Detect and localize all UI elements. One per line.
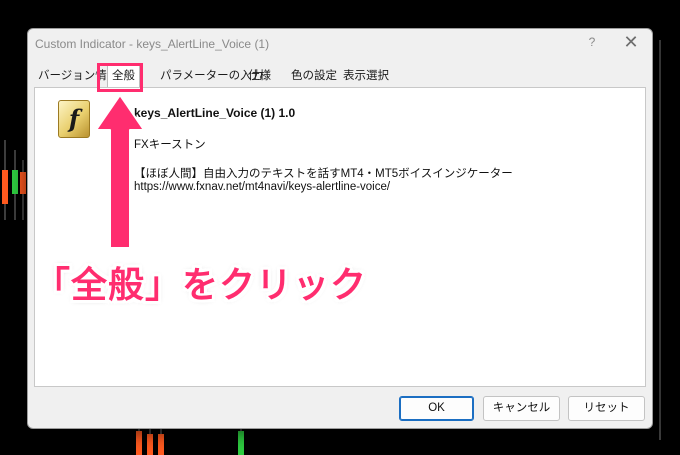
tab-colors[interactable]: 色の設定	[287, 65, 341, 87]
tab-highlight-box	[97, 63, 143, 92]
window-title: Custom Indicator - keys_AlertLine_Voice …	[35, 37, 270, 51]
candle	[658, 40, 662, 440]
indicator-name: keys_AlertLine_Voice (1) 1.0	[134, 106, 296, 120]
indicator-link[interactable]: https://www.fxnav.net/mt4navi/keys-alert…	[134, 181, 390, 193]
tab-visualization[interactable]: 表示選択	[339, 65, 393, 87]
instruction-annotation: 「全般」をクリック	[34, 264, 368, 305]
indicator-description: 【ほぼ人間】自由入力のテキストを話すMT4・MT5ボイスインジケーター	[134, 168, 513, 180]
candle	[136, 425, 142, 455]
cancel-button[interactable]: キャンセル	[483, 396, 560, 421]
candle	[158, 428, 164, 455]
candle	[20, 160, 26, 220]
candle	[12, 150, 18, 220]
candle	[2, 140, 8, 220]
candle	[238, 425, 244, 455]
reset-button[interactable]: リセット	[568, 396, 645, 421]
function-icon: f	[58, 100, 90, 138]
candle	[147, 428, 153, 455]
ok-button[interactable]: OK	[399, 396, 474, 421]
close-button[interactable]: ✕	[620, 32, 642, 52]
title-bar: Custom Indicator - keys_AlertLine_Voice …	[28, 29, 652, 59]
indicator-author: FXキーストン	[134, 139, 206, 151]
tab-specification[interactable]: 仕様	[244, 65, 275, 87]
help-button[interactable]: ?	[584, 35, 600, 49]
tab-panel-content: f keys_AlertLine_Voice (1) 1.0 FXキーストン 【…	[34, 87, 646, 387]
